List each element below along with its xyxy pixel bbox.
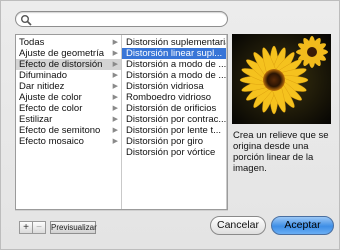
flower-image <box>232 34 331 124</box>
add-button[interactable]: + <box>19 221 33 234</box>
effect-column[interactable]: Distorsión suplementaria Distorsión linea… <box>122 35 227 209</box>
effect-item[interactable]: Distorsión vidriosa <box>122 81 226 92</box>
category-label: Efecto mosaico <box>19 136 84 147</box>
effect-item[interactable]: Distorsión de orificios <box>122 103 226 114</box>
divider <box>15 210 228 211</box>
effect-item[interactable]: Romboedro vidrioso <box>122 92 226 103</box>
category-item[interactable]: Efecto de color ▶ <box>16 103 121 114</box>
category-column[interactable]: Todas ▶ Ajuste de geometría ▶ Efecto de dist… <box>16 35 122 209</box>
category-item[interactable]: Estilizar ▶ <box>16 114 121 125</box>
effect-item[interactable]: Distorsión por giro <box>122 136 226 147</box>
chevron-right-icon: ▶ <box>112 138 118 145</box>
effect-item[interactable]: Distorsión linear supl... <box>122 48 226 59</box>
category-label: Efecto de semitono <box>19 125 101 136</box>
category-label: Dar nitidez <box>19 81 65 92</box>
effect-label: Distorsión por giro <box>126 136 204 147</box>
filter-browser-dialog: Todas ▶ Ajuste de geometría ▶ Efecto de dist… <box>0 0 340 250</box>
effect-item[interactable]: Distorsión por vórtice <box>122 147 226 158</box>
search-field[interactable] <box>15 11 228 27</box>
remove-button[interactable]: − <box>32 221 46 234</box>
chevron-right-icon: ▶ <box>112 72 118 79</box>
category-item[interactable]: Todas ▶ <box>16 37 121 48</box>
search-input[interactable] <box>34 13 224 25</box>
preview-button[interactable]: Previsualizar <box>50 221 97 234</box>
effect-label: Distorsión de orificios <box>126 103 217 114</box>
category-label: Todas <box>19 37 45 48</box>
preview-image <box>232 34 331 124</box>
category-label: Estilizar <box>19 114 53 125</box>
category-label: Difuminado <box>19 70 68 81</box>
effect-item[interactable]: Distorsión a modo de ... <box>122 59 226 70</box>
chevron-right-icon: ▶ <box>112 94 118 101</box>
category-item[interactable]: Efecto de semitono ▶ <box>16 125 121 136</box>
category-item[interactable]: Efecto mosaico ▶ <box>16 136 121 147</box>
category-item[interactable]: Ajuste de color ▶ <box>16 92 121 103</box>
effect-label: Distorsión por contrac... <box>126 114 226 125</box>
category-label: Ajuste de color <box>19 92 82 103</box>
chevron-right-icon: ▶ <box>112 105 118 112</box>
chevron-right-icon: ▶ <box>112 50 118 57</box>
effect-item[interactable]: Distorsión por contrac... <box>122 114 226 125</box>
category-label: Efecto de color <box>19 103 83 114</box>
chevron-right-icon: ▶ <box>112 61 118 68</box>
effect-description: Crea un relieve que se origina desde una… <box>233 130 329 174</box>
category-label: Ajuste de geometría <box>19 48 105 59</box>
effect-label: Distorsión a modo de ... <box>126 59 226 70</box>
effect-label: Distorsión linear supl... <box>126 48 223 59</box>
filter-browser: Todas ▶ Ajuste de geometría ▶ Efecto de dist… <box>15 34 228 210</box>
category-item[interactable]: Ajuste de geometría ▶ <box>16 48 121 59</box>
search-icon <box>21 15 32 26</box>
effect-item[interactable]: Distorsión a modo de ... <box>122 70 226 81</box>
chevron-right-icon: ▶ <box>112 127 118 134</box>
effect-label: Romboedro vidrioso <box>126 92 212 103</box>
cancel-button[interactable]: Cancelar <box>210 216 266 235</box>
effect-item[interactable]: Distorsión suplementaria <box>122 37 226 48</box>
effect-label: Distorsión vidriosa <box>126 81 204 92</box>
chevron-right-icon: ▶ <box>112 116 118 123</box>
effect-label: Distorsión suplementaria <box>126 37 226 48</box>
chevron-right-icon: ▶ <box>112 83 118 90</box>
accept-button[interactable]: Aceptar <box>271 216 334 235</box>
effect-label: Distorsión por lente t... <box>126 125 222 136</box>
effect-label: Distorsión por vórtice <box>126 147 216 158</box>
category-item[interactable]: Dar nitidez ▶ <box>16 81 121 92</box>
category-label: Efecto de distorsión <box>19 59 103 70</box>
chevron-right-icon: ▶ <box>112 39 118 46</box>
effect-label: Distorsión a modo de ... <box>126 70 226 81</box>
category-item[interactable]: Difuminado ▶ <box>16 70 121 81</box>
category-item[interactable]: Efecto de distorsión ▶ <box>16 59 121 70</box>
effect-item[interactable]: Distorsión por lente t... <box>122 125 226 136</box>
